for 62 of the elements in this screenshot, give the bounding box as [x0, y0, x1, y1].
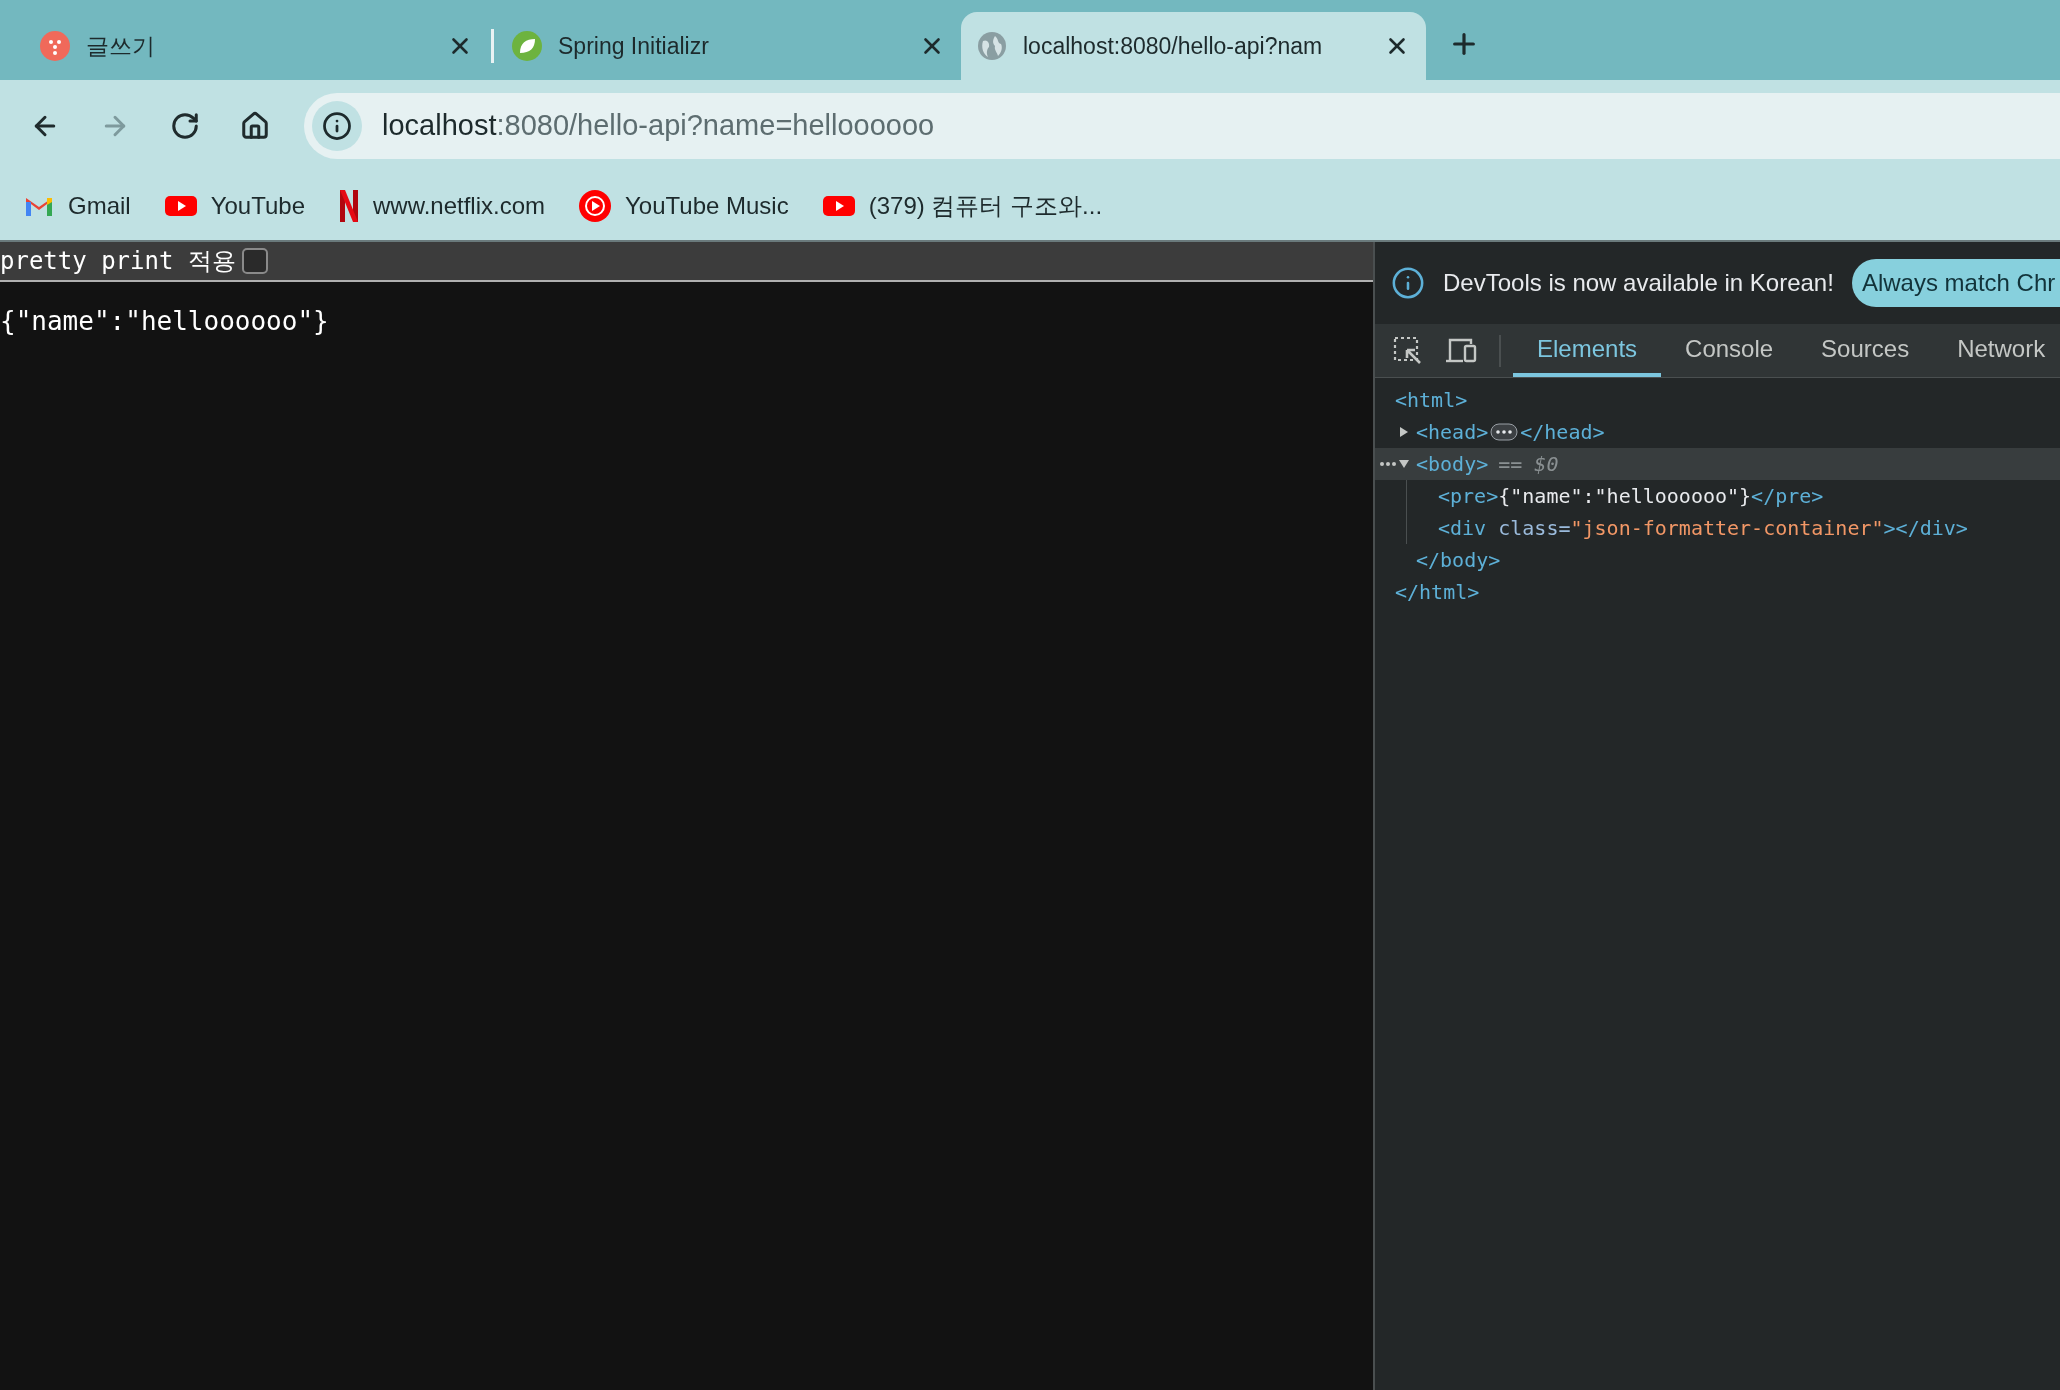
markup-token: "json-formatter-container" — [1570, 515, 1884, 542]
browser-tab[interactable]: localhost:8080/hello-api?nam — [961, 12, 1426, 80]
browser-tab[interactable]: 글쓰기 — [24, 12, 489, 80]
bookmark[interactable]: www.netflix.com — [339, 188, 546, 224]
json-text: {"name":"helloooooo"} — [0, 305, 330, 338]
markup-token: <html> — [1395, 387, 1468, 414]
tree-row[interactable]: <div class="json-formatter-container"></div> — [1376, 512, 2060, 544]
ribbon-icon — [339, 189, 359, 223]
collapsed-triangle-icon[interactable] — [1398, 426, 1410, 438]
notice-button[interactable]: Always match Chr — [1851, 259, 2060, 307]
markup-token: </html> — [1395, 579, 1480, 606]
bookmark[interactable]: Gmail — [24, 188, 131, 224]
markup-token: </head> — [1520, 419, 1605, 446]
globe-icon — [977, 31, 1007, 61]
info-icon[interactable] — [322, 111, 352, 141]
pretty-print-checkbox[interactable] — [241, 248, 268, 274]
expanded-triangle-icon[interactable] — [1398, 458, 1410, 470]
devtools-tab[interactable]: Elements — [1513, 324, 1662, 377]
markup-token: <div — [1438, 515, 1488, 542]
info-icon — [1391, 266, 1425, 300]
address-bar[interactable]: localhost:8080/hello-api?name=helloooooo — [304, 93, 2060, 159]
reload-icon — [170, 111, 200, 141]
devtools-tab[interactable]: Sources — [1797, 324, 1934, 377]
markup-token: ></div> — [1883, 515, 1968, 542]
bookmark-label: YouTube — [210, 191, 305, 221]
tree-row[interactable]: <body> == $0 — [1375, 448, 2060, 480]
markup-token: <body> — [1416, 451, 1489, 478]
tree-row[interactable]: <html> — [1375, 384, 2060, 416]
ellipsis-icon[interactable] — [1490, 423, 1519, 441]
play-circle-icon — [579, 190, 612, 222]
bookmark[interactable]: (379) 컴퓨터 구조와... — [822, 188, 1103, 224]
bookmark-label: Gmail — [68, 191, 131, 221]
tab-title: Spring Initializr — [558, 31, 710, 61]
more-icon — [1379, 461, 1397, 467]
selection-marker: == $0 — [1498, 451, 1559, 478]
pretty-print-label: pretty print 적용 — [0, 246, 236, 277]
devtools-tab[interactable]: Console — [1661, 324, 1798, 377]
inspect-icon[interactable] — [1393, 335, 1423, 366]
notice-text: DevTools is now available in Korean! — [1443, 268, 1834, 298]
tab-title: 글쓰기 — [86, 31, 156, 61]
markup-token: </body> — [1416, 547, 1501, 574]
bookmark-label: www.netflix.com — [373, 191, 546, 221]
bookmark-label: (379) 컴퓨터 구조와... — [868, 191, 1103, 221]
tree-row[interactable]: <pre>{"name":"helloooooo"}</pre> — [1376, 480, 2060, 512]
browser-tab[interactable]: Spring Initializr — [496, 12, 961, 80]
bookmark[interactable]: YouTube Music — [579, 188, 789, 224]
markup-token: {"name":"helloooooo"} — [1498, 483, 1752, 510]
play-icon — [164, 194, 197, 218]
app-icon — [40, 31, 70, 61]
devtools-tab[interactable]: Network — [1933, 324, 2060, 377]
home-icon — [240, 111, 270, 141]
bookmark-label: YouTube Music — [625, 191, 789, 221]
bookmark[interactable]: YouTube — [164, 188, 305, 224]
markup-token: class= — [1498, 515, 1571, 542]
tree-row[interactable]: <head> </head> — [1375, 416, 2060, 448]
leaf-icon — [512, 31, 542, 61]
tab-title: localhost:8080/hello-api?nam — [1023, 31, 1324, 61]
play-icon — [822, 194, 855, 218]
url-text: localhost:8080/hello-api?name=helloooooo — [382, 108, 935, 144]
markup-token: <pre> — [1438, 483, 1499, 510]
markup-token: <head> — [1416, 419, 1489, 446]
markup-token: </pre> — [1751, 483, 1824, 510]
